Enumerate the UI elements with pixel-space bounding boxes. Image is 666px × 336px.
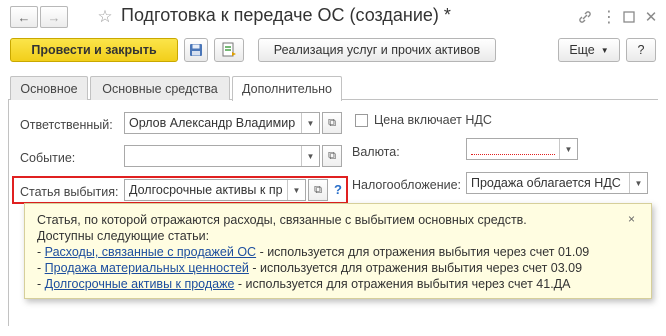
tooltip-item: - Расходы, связанные с продажей ОС - исп… bbox=[37, 245, 590, 259]
taxation-label: Налогообложение: bbox=[352, 178, 462, 192]
help-button[interactable]: ? bbox=[626, 38, 656, 62]
star-icon[interactable]: ☆ bbox=[96, 7, 114, 26]
document-button[interactable] bbox=[214, 38, 244, 62]
chevron-down-icon[interactable]: ▼ bbox=[559, 139, 577, 159]
close-icon[interactable]: ✕ bbox=[642, 8, 660, 26]
more-button[interactable]: Еще ▼ bbox=[558, 38, 620, 62]
floppy-disk-icon bbox=[190, 44, 202, 56]
tooltip-description: Статья, по которой отражаются расходы, с… bbox=[37, 213, 527, 227]
panel-border bbox=[8, 100, 9, 326]
tab-main[interactable]: Основное bbox=[10, 76, 88, 100]
open-responsible-button[interactable]: ⧉ bbox=[322, 112, 342, 134]
help-tooltip: Статья, по которой отражаются расходы, с… bbox=[24, 203, 652, 299]
taxation-value: Продажа облагается НДС bbox=[471, 176, 621, 190]
open-disposal-button[interactable]: ⧉ bbox=[308, 179, 328, 201]
tooltip-link[interactable]: Расходы, связанные с продажей ОС bbox=[45, 245, 256, 259]
responsible-value: Орлов Александр Владимир bbox=[129, 116, 296, 130]
arrow-right-icon: → bbox=[47, 9, 61, 25]
disposal-label: Статья выбытия: bbox=[20, 185, 119, 199]
tooltip-link[interactable]: Долгосрочные активы к продаже bbox=[45, 277, 235, 291]
dots-icon[interactable]: ⋮ bbox=[600, 8, 618, 26]
open-event-button[interactable]: ⧉ bbox=[322, 145, 342, 167]
maximize-icon[interactable] bbox=[620, 8, 638, 26]
window-title: Подготовка к передаче ОС (создание) * bbox=[121, 5, 451, 25]
forward-button[interactable]: → bbox=[40, 6, 68, 28]
event-label: Событие: bbox=[20, 151, 76, 165]
tab-fixed-assets[interactable]: Основные средства bbox=[90, 76, 230, 100]
price-vat-label: Цена включает НДС bbox=[374, 113, 492, 127]
responsible-field[interactable]: Орлов Александр Владимир ▼ bbox=[124, 112, 320, 134]
realization-button[interactable]: Реализация услуг и прочих активов bbox=[258, 38, 496, 62]
tooltip-item: - Продажа материальных ценностей - испол… bbox=[37, 261, 583, 275]
chevron-down-icon[interactable]: ▼ bbox=[629, 173, 647, 193]
chevron-down-icon[interactable]: ▼ bbox=[301, 113, 319, 133]
currency-field[interactable]: ▼ bbox=[466, 138, 578, 160]
more-label: Еще bbox=[569, 43, 595, 57]
tooltip-item: - Долгосрочные активы к продаже - исполь… bbox=[37, 277, 571, 291]
event-field[interactable]: ▼ bbox=[124, 145, 320, 167]
document-icon bbox=[222, 42, 236, 57]
tab-additional[interactable]: Дополнительно bbox=[232, 76, 342, 101]
arrow-left-icon: ← bbox=[17, 9, 31, 25]
price-vat-checkbox[interactable] bbox=[355, 114, 368, 127]
link-icon[interactable] bbox=[576, 8, 594, 26]
taxation-field[interactable]: Продажа облагается НДС ▼ bbox=[466, 172, 648, 194]
open-window-icon: ⧉ bbox=[328, 149, 336, 162]
open-window-icon: ⧉ bbox=[328, 116, 336, 129]
disposal-field[interactable]: Долгосрочные активы к пр ▼ bbox=[124, 179, 306, 201]
currency-value bbox=[471, 143, 555, 155]
disposal-value: Долгосрочные активы к пр bbox=[129, 183, 283, 197]
chevron-down-icon[interactable]: ▼ bbox=[301, 146, 319, 166]
tooltip-link[interactable]: Продажа материальных ценностей bbox=[45, 261, 249, 275]
close-icon[interactable]: × bbox=[628, 212, 635, 226]
responsible-label: Ответственный: bbox=[20, 118, 113, 132]
back-button[interactable]: ← bbox=[10, 6, 38, 28]
post-and-close-button[interactable]: Провести и закрыть bbox=[10, 38, 178, 62]
save-button[interactable] bbox=[184, 38, 208, 62]
tooltip-subtitle: Доступны следующие статьи: bbox=[37, 229, 210, 243]
chevron-down-icon: ▼ bbox=[600, 45, 609, 55]
help-question-icon[interactable]: ? bbox=[334, 182, 342, 197]
currency-label: Валюта: bbox=[352, 145, 400, 159]
open-window-icon: ⧉ bbox=[314, 183, 322, 196]
chevron-down-icon[interactable]: ▼ bbox=[287, 180, 305, 200]
